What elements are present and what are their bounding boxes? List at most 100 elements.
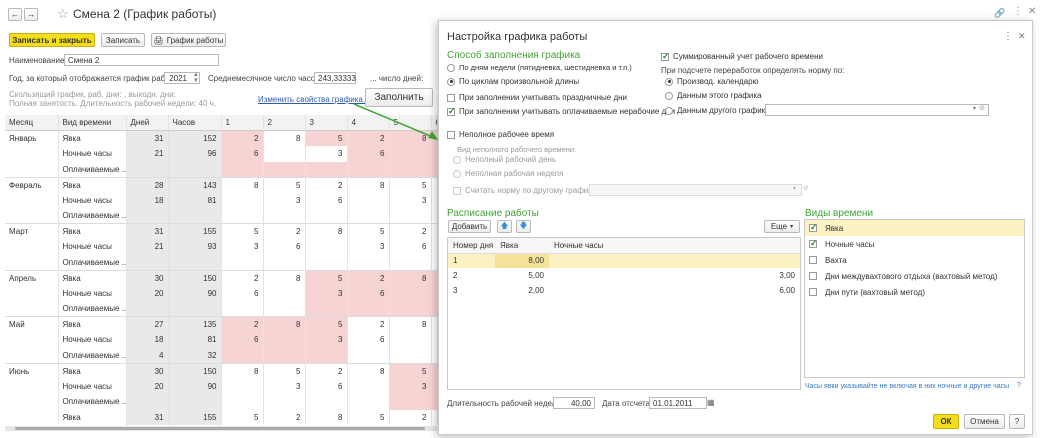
checkbox-icon[interactable] [809,288,817,297]
day-cell[interactable]: 8 [263,130,306,146]
radio-partial-day[interactable]: Неполный рабочий день [453,155,556,164]
day-cell[interactable]: 2 [305,176,348,193]
day-cell[interactable]: 8 [263,269,306,286]
day-cell[interactable]: 3 [263,378,306,394]
table-row[interactable]: Оплачиваемые ... [5,208,438,224]
month-cell[interactable] [5,378,59,394]
checkbox-partial[interactable]: Неполное рабочее время [447,130,554,139]
time-type-cell[interactable]: Ночные часы [58,285,127,301]
column-header[interactable]: Вид времени [58,115,127,131]
ok-button[interactable]: ОК [933,414,959,429]
more-button[interactable]: Еще ▾ [764,220,800,233]
table-row[interactable]: Ночные часы 18 81 3 6 3 [5,192,438,208]
day-cell[interactable] [221,254,264,270]
day-cell[interactable] [263,208,306,224]
day-cell[interactable]: 8 [389,316,432,332]
radio-icon[interactable] [453,169,461,178]
calendar-icon[interactable]: ▦ [707,398,715,407]
time-type-cell[interactable]: Ночные часы [58,239,127,255]
days-cell[interactable] [126,208,169,224]
time-type-cell[interactable]: Ночные часы [58,192,127,208]
day-cell[interactable] [431,208,438,224]
checkbox-summary[interactable]: Суммированный учет рабочего времени [661,51,823,62]
time-type-cell[interactable]: Явка [58,409,127,425]
day-cell[interactable] [431,223,438,239]
hours-cell[interactable]: 155 [168,223,222,239]
help-button[interactable]: ? [1009,414,1025,429]
day-cell[interactable]: 3 [389,192,432,208]
hours-cell[interactable]: 81 [168,192,222,208]
day-number-cell[interactable]: 2 [448,268,495,283]
days-cell[interactable]: 18 [126,192,169,208]
checkbox-cell[interactable] [805,268,821,284]
day-cell[interactable] [389,301,432,317]
link-icon[interactable]: 🔗 [994,8,1005,19]
day-cell[interactable] [305,254,348,270]
day-cell[interactable] [263,301,306,317]
day-cell[interactable] [431,316,438,332]
close-icon[interactable]: ✕ [1028,6,1036,17]
day-cell[interactable] [221,394,264,410]
move-up-button[interactable]: 🡅 [497,220,512,233]
hours-cell[interactable]: 90 [168,378,222,394]
day-cell[interactable]: 6 [347,285,390,301]
radio-partial-week[interactable]: Неполная рабочая неделя [453,169,563,178]
days-cell[interactable]: 30 [126,362,169,379]
hours-cell[interactable]: 32 [168,347,222,363]
column-header[interactable]: Часов [168,115,222,131]
day-cell[interactable] [347,301,390,317]
forward-button[interactable]: → [24,8,38,21]
checkbox-icon[interactable] [809,222,818,233]
table-row[interactable]: Ночные часы 20 90 6 3 6 [5,285,438,301]
time-type-cell[interactable]: Явка [58,362,127,379]
hours-cell[interactable]: 150 [168,362,222,379]
month-cell[interactable] [5,192,59,208]
day-cell[interactable] [431,362,438,379]
month-cell[interactable] [5,394,59,410]
table-row[interactable]: Оплачиваемые ... 4 32 [5,347,438,363]
radio-by-week[interactable]: По дням недели (пятидневка, шестидневка … [447,63,632,72]
radio-by-cycle[interactable]: По циклам произвольной длины [447,77,579,86]
day-cell[interactable] [389,146,432,162]
day-cell[interactable] [389,208,432,224]
day-cell[interactable] [221,301,264,317]
column-header[interactable]: 1 [221,115,264,131]
day-cell[interactable]: 5 [221,409,264,425]
dialog-close-icon[interactable]: ✕ [1018,31,1026,42]
open-link-icon[interactable]: ⊘ [803,184,809,192]
day-cell[interactable]: 5 [347,223,390,239]
time-type-cell[interactable]: Оплачиваемые ... [58,347,127,363]
day-cell[interactable]: 2 [347,316,390,332]
checkbox-icon[interactable] [447,106,456,117]
dropdown-icon[interactable]: ▾ [793,185,796,192]
attendance-cell[interactable]: 5,00 [495,268,549,283]
column-header[interactable]: Дней [126,115,169,131]
days-cell[interactable]: 31 [126,130,169,146]
table-row[interactable]: Ночные часы 20 90 3 6 3 [5,378,438,394]
favorite-star-icon[interactable]: ☆ [57,6,69,22]
day-cell[interactable] [221,208,264,224]
day-cell[interactable]: 5 [305,316,348,332]
name-field[interactable]: Смена 2 [64,54,219,66]
time-type-cell[interactable]: Оплачиваемые ... [58,161,127,177]
day-cell[interactable]: 6 [389,239,432,255]
day-cell[interactable] [221,378,264,394]
day-cell[interactable]: 8 [263,316,306,332]
time-type-cell[interactable]: Ночные часы [58,378,127,394]
checkbox-icon[interactable] [447,93,455,102]
horizontal-scrollbar[interactable] [5,426,437,431]
schedule-row[interactable]: 1 8,00 [448,253,800,268]
day-cell[interactable] [431,332,438,348]
checkbox-icon[interactable] [809,256,817,265]
day-cell[interactable]: 2 [263,409,306,425]
day-cell[interactable]: 5 [263,176,306,193]
save-close-button[interactable]: Записать и закрыть [9,33,95,47]
dialog-more-icon[interactable]: ⋮ [1003,31,1013,42]
day-cell[interactable] [347,208,390,224]
day-cell[interactable] [431,176,438,193]
day-cell[interactable] [431,378,438,394]
day-cell[interactable]: 6 [305,378,348,394]
checkbox-cell[interactable] [805,220,821,236]
day-cell[interactable] [263,332,306,348]
time-type-row[interactable]: Дни междувахтового отдыха (вахтовый мето… [805,268,1024,284]
